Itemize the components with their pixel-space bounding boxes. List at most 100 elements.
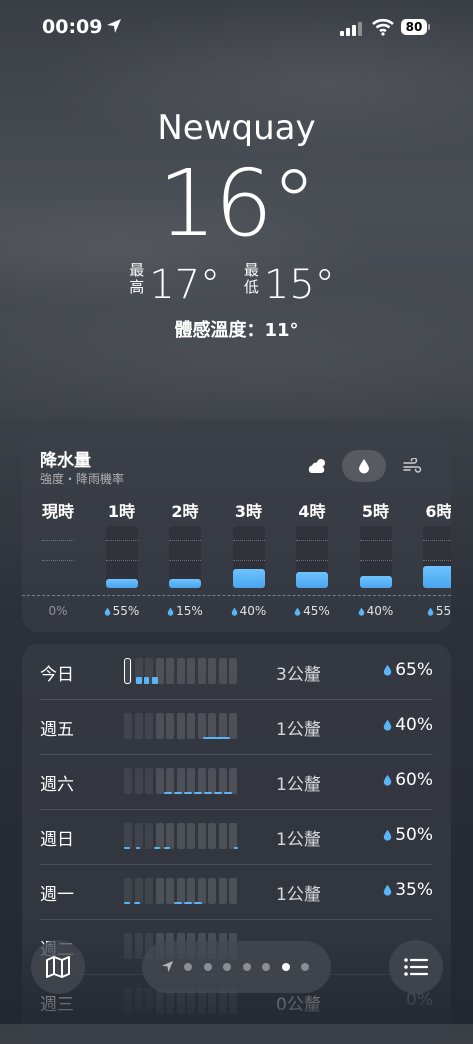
city-name: Newquay <box>157 108 316 148</box>
city-list-button[interactable] <box>389 940 443 994</box>
cloud-sun-icon <box>308 459 325 473</box>
precipitation-bar <box>105 579 138 588</box>
daily-row[interactable]: 今日 3公釐 65% <box>40 644 433 700</box>
page-dot[interactable] <box>262 963 270 971</box>
daily-row[interactable]: 週一 1公釐 35% <box>40 864 433 920</box>
high-low: 最高 17° 最低 15° <box>0 261 473 309</box>
map-layer-selector <box>294 450 436 486</box>
mini-bar-track <box>229 823 237 849</box>
mini-precipitation-mark <box>136 847 140 849</box>
intensity-gridline <box>232 540 265 541</box>
hour-column: 4時 45% <box>286 498 338 628</box>
mini-bar-track <box>155 768 164 794</box>
battery-indicator: 80 <box>401 19 427 35</box>
mini-bar-track <box>176 713 185 739</box>
page-dot[interactable] <box>301 963 309 971</box>
mini-bar-track <box>208 768 216 794</box>
mini-precipitation-mark <box>184 902 192 904</box>
wifi-icon <box>372 18 394 36</box>
page-dot[interactable] <box>184 963 192 971</box>
precipitation-bar-track <box>42 526 74 588</box>
status-time: 00:09 <box>42 16 103 38</box>
raindrop-icon <box>383 829 392 841</box>
precipitation-bar <box>296 572 328 588</box>
mini-precipitation-mark <box>164 792 172 794</box>
map-button[interactable] <box>31 940 85 994</box>
mini-bar-track <box>145 823 153 849</box>
hour-label: 4時 <box>298 502 326 521</box>
mini-precipitation-mark <box>214 792 222 794</box>
precipitation-card[interactable]: 降水量 強度・降雨機率 現時 0% 1時 55% 2時 15% 3時 40% 4時 45% 5時 40… <box>22 432 451 632</box>
mini-bar-track <box>155 713 164 739</box>
page-dot[interactable] <box>203 963 212 971</box>
precipitation-bar-track <box>423 526 451 588</box>
mini-precipitation-chart <box>124 656 240 684</box>
precipitation-amount: 1公釐 <box>276 775 321 795</box>
intensity-gridline <box>232 560 265 561</box>
high-temp: 17° <box>149 262 221 308</box>
rain-chance: 55% <box>96 604 148 618</box>
rain-chance: 15% <box>159 604 211 618</box>
precipitation-amount: 1公釐 <box>276 830 321 850</box>
raindrop-icon <box>167 607 174 616</box>
daily-row[interactable]: 週日 1公釐 50% <box>40 809 433 865</box>
mini-bar-track <box>229 713 237 739</box>
intensity-gridline <box>169 540 201 541</box>
cloud-layer-button[interactable] <box>296 450 340 482</box>
mini-precipitation-mark <box>124 902 130 904</box>
precipitation-amount: 1公釐 <box>276 885 321 905</box>
intensity-gridline <box>423 560 451 561</box>
page-indicator[interactable] <box>142 941 331 993</box>
feels-like: 體感溫度：11° <box>174 320 299 341</box>
mini-precipitation-mark <box>203 737 217 739</box>
intensity-gridline <box>105 560 138 561</box>
mini-bar-track <box>145 713 153 739</box>
daily-rain-chance: 60% <box>383 770 433 790</box>
mini-bar-track <box>155 878 164 904</box>
precipitation-title: 降水量 <box>40 451 91 471</box>
mini-precipitation-chart <box>124 876 240 904</box>
raindrop-icon <box>383 719 392 731</box>
page-dot[interactable] <box>223 963 231 971</box>
mini-bar-track <box>166 823 174 849</box>
mini-bar-track <box>208 713 216 739</box>
mini-bar-track <box>218 768 227 794</box>
mini-precipitation-mark <box>224 792 232 794</box>
intensity-gridline <box>42 560 74 561</box>
hour-label: 1時 <box>107 502 136 521</box>
daily-row[interactable]: 週六 1公釐 60% <box>40 754 433 810</box>
location-arrow-icon <box>161 960 174 973</box>
map-icon <box>46 956 70 978</box>
mini-bar-track <box>218 658 227 684</box>
mini-bar-track <box>176 878 185 904</box>
mini-bar-track <box>218 713 227 739</box>
hour-column: 1時 55% <box>96 498 148 628</box>
precipitation-bar-track <box>105 526 138 588</box>
mini-bar-track <box>208 823 216 849</box>
raindrop-icon <box>383 774 392 786</box>
daily-rain-chance: 40% <box>383 715 433 735</box>
intensity-gridline <box>296 560 328 561</box>
daily-row[interactable]: 週五 1公釐 40% <box>40 699 433 755</box>
hour-column: 6時 55 <box>413 498 451 628</box>
mini-bar-track <box>197 768 206 794</box>
mini-precipitation-mark <box>174 792 182 794</box>
precipitation-amount: 3公釐 <box>276 665 321 685</box>
page-dot[interactable] <box>281 963 290 971</box>
precipitation-bar-track <box>232 526 265 588</box>
precipitation-layer-button[interactable] <box>342 450 386 482</box>
wind-layer-button[interactable] <box>390 450 434 482</box>
mini-bar-track <box>134 713 143 739</box>
mini-precipitation-mark <box>194 792 202 794</box>
day-name: 週六 <box>40 775 74 795</box>
mini-bar-track <box>229 768 237 794</box>
mini-precipitation-mark <box>184 792 192 794</box>
current-temperature: 16° <box>157 150 317 257</box>
mini-precipitation-mark <box>234 847 238 849</box>
raindrop-icon <box>383 664 392 676</box>
mini-bar-track <box>176 658 185 684</box>
page-dot[interactable] <box>242 963 251 971</box>
low-label: 最低 <box>243 261 259 296</box>
precipitation-bar <box>169 579 201 588</box>
mini-bar-track <box>166 713 174 739</box>
